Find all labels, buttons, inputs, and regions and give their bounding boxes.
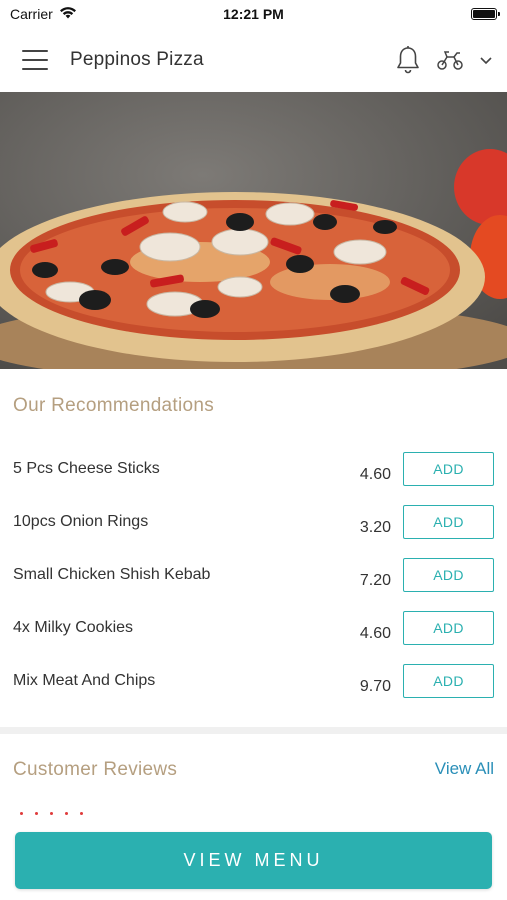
add-button[interactable]: ADD [403, 558, 494, 592]
item-price: 3.20 [359, 519, 391, 536]
star-icon [35, 812, 38, 815]
carrier-label: Carrier [10, 6, 53, 22]
item-price: 9.70 [359, 678, 391, 695]
app-header: Peppinos Pizza [0, 28, 507, 92]
reviews-title: Customer Reviews [13, 759, 178, 780]
wifi-icon [59, 6, 77, 22]
battery-icon [471, 8, 500, 20]
add-button[interactable]: ADD [403, 452, 494, 486]
menu-icon[interactable] [22, 50, 48, 70]
header-icons [395, 45, 493, 75]
scooter-icon[interactable] [435, 48, 465, 72]
hero-image [0, 92, 507, 369]
list-item: Mix Meat And Chips 9.70 ADD [0, 664, 507, 725]
status-left: Carrier [10, 6, 180, 22]
add-button[interactable]: ADD [403, 664, 494, 698]
view-menu-button[interactable]: VIEW MENU [15, 832, 492, 889]
bell-icon[interactable] [395, 45, 421, 75]
star-icon [50, 812, 53, 815]
item-name: 10pcs Onion Rings [13, 513, 149, 530]
star-icon [65, 812, 68, 815]
item-price: 4.60 [359, 466, 391, 483]
view-all-link[interactable]: View All [435, 759, 494, 779]
recommendations-section: Our Recommendations 5 Pcs Cheese Sticks … [0, 369, 507, 727]
rating-stars [20, 812, 83, 815]
item-name: Mix Meat And Chips [13, 672, 156, 689]
add-button[interactable]: ADD [403, 505, 494, 539]
status-time: 12:21 PM [223, 6, 284, 22]
recommendations-title: Our Recommendations [13, 395, 215, 416]
star-icon [20, 812, 23, 815]
item-price: 4.60 [359, 625, 391, 642]
status-bar: Carrier 12:21 PM [0, 0, 507, 28]
item-name: 4x Milky Cookies [13, 619, 134, 636]
status-right [327, 8, 500, 20]
item-price: 7.20 [359, 572, 391, 589]
star-icon [80, 812, 83, 815]
chevron-down-icon[interactable] [479, 55, 493, 65]
add-button[interactable]: ADD [403, 611, 494, 645]
item-name: Small Chicken Shish Kebab [13, 566, 211, 583]
app-title: Peppinos Pizza [70, 49, 204, 70]
section-divider [0, 727, 507, 734]
item-name: 5 Pcs Cheese Sticks [13, 460, 160, 477]
